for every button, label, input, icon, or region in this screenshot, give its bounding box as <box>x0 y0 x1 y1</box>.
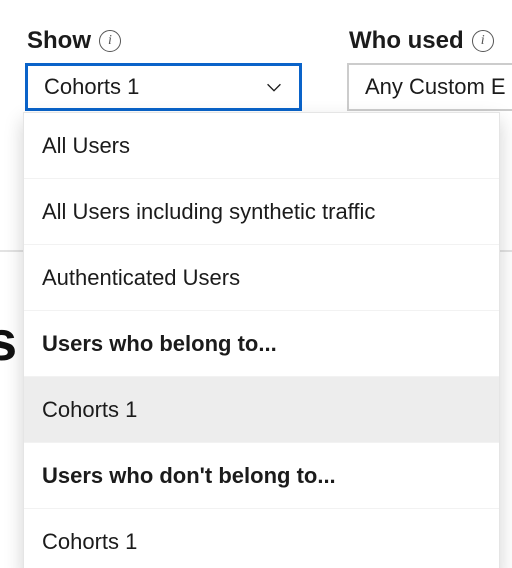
option-cohorts-1-belong[interactable]: Cohorts 1 <box>24 377 499 443</box>
option-all-users-synthetic[interactable]: All Users including synthetic traffic <box>24 179 499 245</box>
option-group-dont-belong-to[interactable]: Users who don't belong to... <box>24 443 499 509</box>
option-authenticated-users[interactable]: Authenticated Users <box>24 245 499 311</box>
option-label: Authenticated Users <box>42 265 240 291</box>
info-icon[interactable]: i <box>472 30 494 52</box>
show-label: Show i <box>27 27 121 55</box>
who-used-label-text: Who used <box>349 27 464 55</box>
show-dropdown: All Users All Users including synthetic … <box>23 112 500 568</box>
option-label: Cohorts 1 <box>42 397 137 423</box>
option-label: Users who don't belong to... <box>42 463 336 489</box>
option-label: All Users <box>42 133 130 159</box>
show-select[interactable]: Cohorts 1 <box>25 63 302 111</box>
option-all-users[interactable]: All Users <box>24 113 499 179</box>
who-used-label: Who used i <box>349 27 494 55</box>
show-select-value: Cohorts 1 <box>44 74 139 100</box>
who-used-select-value: Any Custom E <box>365 74 506 100</box>
option-cohorts-1-dont-belong[interactable]: Cohorts 1 <box>24 509 499 568</box>
show-label-text: Show <box>27 27 91 55</box>
who-used-select[interactable]: Any Custom E <box>347 63 512 111</box>
background-heading-fragment: s <box>0 308 17 373</box>
option-label: Users who belong to... <box>42 331 277 357</box>
option-label: Cohorts 1 <box>42 529 137 555</box>
option-group-belong-to[interactable]: Users who belong to... <box>24 311 499 377</box>
chevron-down-icon <box>263 76 285 98</box>
option-label: All Users including synthetic traffic <box>42 199 375 225</box>
info-icon[interactable]: i <box>99 30 121 52</box>
